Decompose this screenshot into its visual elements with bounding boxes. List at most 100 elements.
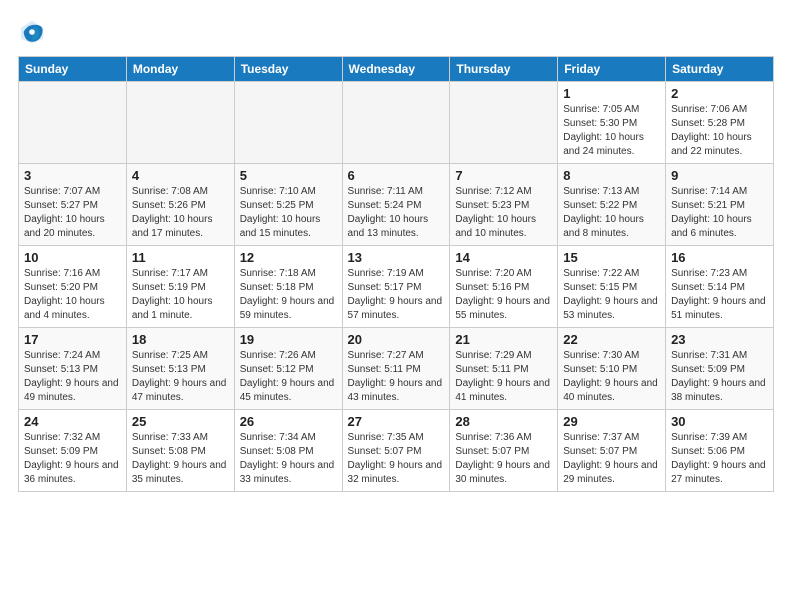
day-number: 26 — [240, 414, 337, 429]
day-info: Sunrise: 7:23 AM Sunset: 5:14 PM Dayligh… — [671, 267, 768, 323]
calendar-cell: 24 Sunrise: 7:32 AM Sunset: 5:09 PM Dayli… — [19, 410, 127, 492]
page: SundayMondayTuesdayWednesdayThursdayFrid… — [0, 0, 792, 502]
week-row-3: 17 Sunrise: 7:24 AM Sunset: 5:13 PM Dayli… — [19, 328, 774, 410]
day-number: 7 — [455, 168, 552, 183]
day-info: Sunrise: 7:26 AM Sunset: 5:12 PM Dayligh… — [240, 349, 337, 405]
day-info: Sunrise: 7:27 AM Sunset: 5:11 PM Dayligh… — [348, 349, 445, 405]
day-info: Sunrise: 7:32 AM Sunset: 5:09 PM Dayligh… — [24, 431, 121, 487]
day-number: 20 — [348, 332, 445, 347]
calendar-cell: 21 Sunrise: 7:29 AM Sunset: 5:11 PM Dayli… — [450, 328, 558, 410]
calendar-cell: 20 Sunrise: 7:27 AM Sunset: 5:11 PM Dayli… — [342, 328, 450, 410]
calendar-cell: 22 Sunrise: 7:30 AM Sunset: 5:10 PM Dayli… — [558, 328, 666, 410]
day-info: Sunrise: 7:13 AM Sunset: 5:22 PM Dayligh… — [563, 185, 660, 241]
day-number: 19 — [240, 332, 337, 347]
calendar-cell — [126, 82, 234, 164]
day-info: Sunrise: 7:34 AM Sunset: 5:08 PM Dayligh… — [240, 431, 337, 487]
calendar-cell: 1 Sunrise: 7:05 AM Sunset: 5:30 PM Daylig… — [558, 82, 666, 164]
calendar-cell: 29Sunrise: 7:37 AM Sunset: 5:07 PM Dayli… — [558, 410, 666, 492]
day-number: 23 — [671, 332, 768, 347]
calendar-cell: 15 Sunrise: 7:22 AM Sunset: 5:15 PM Dayli… — [558, 246, 666, 328]
day-info: Sunrise: 7:12 AM Sunset: 5:23 PM Dayligh… — [455, 185, 552, 241]
day-info: Sunrise: 7:30 AM Sunset: 5:10 PM Dayligh… — [563, 349, 660, 405]
calendar-cell: 7 Sunrise: 7:12 AM Sunset: 5:23 PM Daylig… — [450, 164, 558, 246]
day-info: Sunrise: 7:16 AM Sunset: 5:20 PM Dayligh… — [24, 267, 121, 323]
weekday-friday: Friday — [558, 57, 666, 82]
day-info: Sunrise: 7:06 AM Sunset: 5:28 PM Dayligh… — [671, 103, 768, 159]
calendar-cell: 13 Sunrise: 7:19 AM Sunset: 5:17 PM Dayli… — [342, 246, 450, 328]
day-info: Sunrise: 7:07 AM Sunset: 5:27 PM Dayligh… — [24, 185, 121, 241]
weekday-wednesday: Wednesday — [342, 57, 450, 82]
day-info: Sunrise: 7:14 AM Sunset: 5:21 PM Dayligh… — [671, 185, 768, 241]
calendar: SundayMondayTuesdayWednesdayThursdayFrid… — [18, 56, 774, 492]
day-number: 4 — [132, 168, 229, 183]
day-info: Sunrise: 7:10 AM Sunset: 5:25 PM Dayligh… — [240, 185, 337, 241]
day-info: Sunrise: 7:29 AM Sunset: 5:11 PM Dayligh… — [455, 349, 552, 405]
calendar-cell: 9 Sunrise: 7:14 AM Sunset: 5:21 PM Daylig… — [666, 164, 774, 246]
day-number: 21 — [455, 332, 552, 347]
calendar-cell: 16 Sunrise: 7:23 AM Sunset: 5:14 PM Dayli… — [666, 246, 774, 328]
weekday-monday: Monday — [126, 57, 234, 82]
calendar-cell: 17 Sunrise: 7:24 AM Sunset: 5:13 PM Dayli… — [19, 328, 127, 410]
day-number: 9 — [671, 168, 768, 183]
calendar-cell — [234, 82, 342, 164]
calendar-cell: 28Sunrise: 7:36 AM Sunset: 5:07 PM Dayli… — [450, 410, 558, 492]
day-number: 11 — [132, 250, 229, 265]
calendar-cell: 2 Sunrise: 7:06 AM Sunset: 5:28 PM Daylig… — [666, 82, 774, 164]
day-number: 15 — [563, 250, 660, 265]
day-number: 18 — [132, 332, 229, 347]
calendar-cell — [450, 82, 558, 164]
calendar-cell: 27Sunrise: 7:35 AM Sunset: 5:07 PM Dayli… — [342, 410, 450, 492]
calendar-cell: 8Sunrise: 7:13 AM Sunset: 5:22 PM Daylig… — [558, 164, 666, 246]
weekday-thursday: Thursday — [450, 57, 558, 82]
weekday-sunday: Sunday — [19, 57, 127, 82]
day-number: 10 — [24, 250, 121, 265]
calendar-cell: 19 Sunrise: 7:26 AM Sunset: 5:12 PM Dayli… — [234, 328, 342, 410]
day-number: 5 — [240, 168, 337, 183]
week-row-1: 3 Sunrise: 7:07 AM Sunset: 5:27 PM Daylig… — [19, 164, 774, 246]
day-number: 1 — [563, 86, 660, 101]
day-info: Sunrise: 7:24 AM Sunset: 5:13 PM Dayligh… — [24, 349, 121, 405]
week-row-4: 24 Sunrise: 7:32 AM Sunset: 5:09 PM Dayli… — [19, 410, 774, 492]
day-number: 22 — [563, 332, 660, 347]
day-number: 25 — [132, 414, 229, 429]
day-info: Sunrise: 7:08 AM Sunset: 5:26 PM Dayligh… — [132, 185, 229, 241]
calendar-cell: 5 Sunrise: 7:10 AM Sunset: 5:25 PM Daylig… — [234, 164, 342, 246]
day-info: Sunrise: 7:17 AM Sunset: 5:19 PM Dayligh… — [132, 267, 229, 323]
day-number: 24 — [24, 414, 121, 429]
calendar-cell: 25 Sunrise: 7:33 AM Sunset: 5:08 PM Dayli… — [126, 410, 234, 492]
day-number: 2 — [671, 86, 768, 101]
day-info: Sunrise: 7:37 AM Sunset: 5:07 PM Dayligh… — [563, 431, 660, 487]
calendar-cell: 26 Sunrise: 7:34 AM Sunset: 5:08 PM Dayli… — [234, 410, 342, 492]
day-number: 3 — [24, 168, 121, 183]
weekday-saturday: Saturday — [666, 57, 774, 82]
logo — [18, 18, 50, 46]
day-info: Sunrise: 7:36 AM Sunset: 5:07 PM Dayligh… — [455, 431, 552, 487]
week-row-0: 1 Sunrise: 7:05 AM Sunset: 5:30 PM Daylig… — [19, 82, 774, 164]
header — [18, 18, 774, 46]
week-row-2: 10 Sunrise: 7:16 AM Sunset: 5:20 PM Dayli… — [19, 246, 774, 328]
calendar-cell: 14 Sunrise: 7:20 AM Sunset: 5:16 PM Dayli… — [450, 246, 558, 328]
day-info: Sunrise: 7:19 AM Sunset: 5:17 PM Dayligh… — [348, 267, 445, 323]
calendar-cell: 23 Sunrise: 7:31 AM Sunset: 5:09 PM Dayli… — [666, 328, 774, 410]
day-number: 12 — [240, 250, 337, 265]
calendar-cell: 10 Sunrise: 7:16 AM Sunset: 5:20 PM Dayli… — [19, 246, 127, 328]
calendar-cell: 12Sunrise: 7:18 AM Sunset: 5:18 PM Dayli… — [234, 246, 342, 328]
calendar-cell: 3 Sunrise: 7:07 AM Sunset: 5:27 PM Daylig… — [19, 164, 127, 246]
day-info: Sunrise: 7:05 AM Sunset: 5:30 PM Dayligh… — [563, 103, 660, 159]
day-number: 6 — [348, 168, 445, 183]
day-number: 13 — [348, 250, 445, 265]
day-info: Sunrise: 7:31 AM Sunset: 5:09 PM Dayligh… — [671, 349, 768, 405]
calendar-cell: 11 Sunrise: 7:17 AM Sunset: 5:19 PM Dayli… — [126, 246, 234, 328]
day-number: 17 — [24, 332, 121, 347]
day-info: Sunrise: 7:33 AM Sunset: 5:08 PM Dayligh… — [132, 431, 229, 487]
calendar-cell: 30Sunrise: 7:39 AM Sunset: 5:06 PM Dayli… — [666, 410, 774, 492]
day-info: Sunrise: 7:22 AM Sunset: 5:15 PM Dayligh… — [563, 267, 660, 323]
calendar-cell — [19, 82, 127, 164]
day-info: Sunrise: 7:35 AM Sunset: 5:07 PM Dayligh… — [348, 431, 445, 487]
day-number: 16 — [671, 250, 768, 265]
day-info: Sunrise: 7:11 AM Sunset: 5:24 PM Dayligh… — [348, 185, 445, 241]
day-info: Sunrise: 7:20 AM Sunset: 5:16 PM Dayligh… — [455, 267, 552, 323]
calendar-cell — [342, 82, 450, 164]
day-number: 14 — [455, 250, 552, 265]
calendar-cell: 6 Sunrise: 7:11 AM Sunset: 5:24 PM Daylig… — [342, 164, 450, 246]
